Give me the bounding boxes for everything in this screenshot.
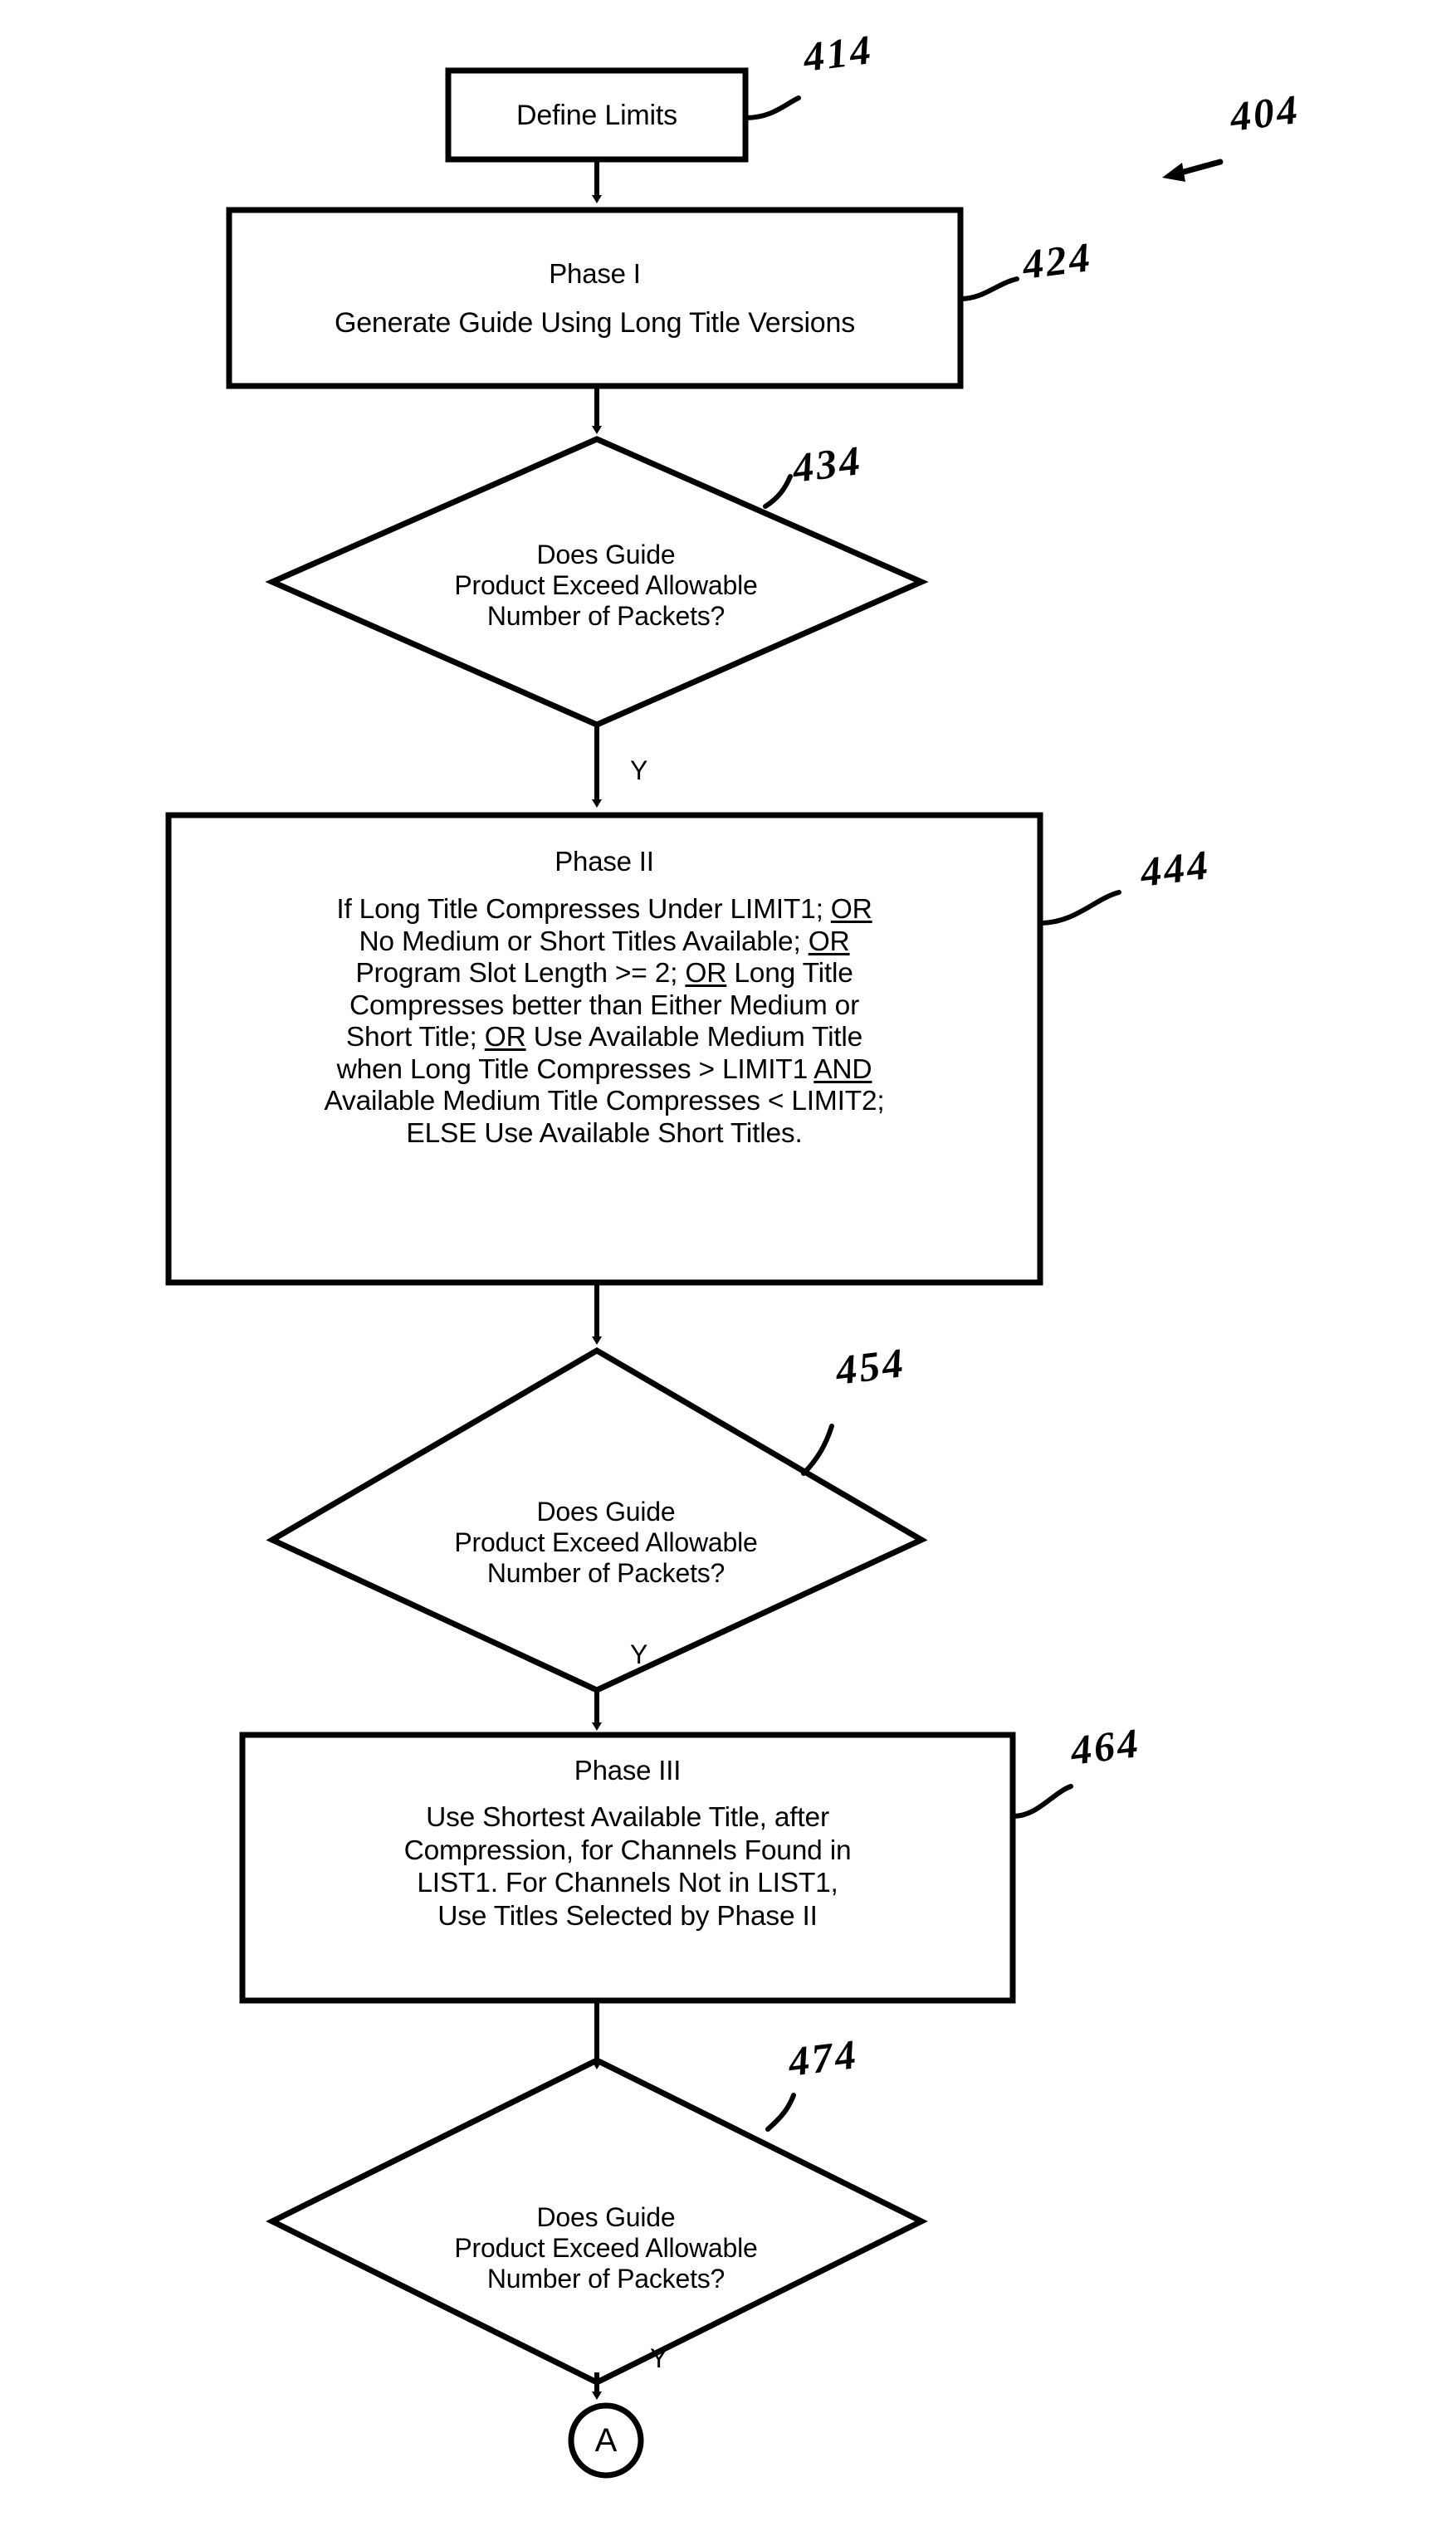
phase2-line-0: If Long Title Compresses Under LIMIT1; O… bbox=[336, 894, 872, 925]
leader-line-444 bbox=[1038, 890, 1121, 926]
phase1-line-0: Generate Guide Using Long Title Versions bbox=[334, 306, 856, 339]
phase2-line-1: No Medium or Short Titles Available; OR bbox=[359, 926, 850, 957]
phase3-title: Phase III bbox=[574, 1755, 682, 1786]
phase3-line-0: Use Shortest Available Title, after bbox=[426, 1802, 829, 1833]
decision3-line-0: Does Guide bbox=[536, 2201, 676, 2232]
branch-label-yes-3: Y bbox=[650, 2343, 668, 2373]
phase1-title: Phase I bbox=[549, 257, 641, 289]
reference-numeral-454: 454 bbox=[833, 1338, 908, 1394]
leader-line-474 bbox=[765, 2093, 796, 2132]
leader-line-414 bbox=[743, 95, 801, 120]
phase2-line-3: Compresses better than Either Medium or bbox=[349, 989, 860, 1021]
reference-numeral-404: 404 bbox=[1227, 85, 1302, 140]
leader-line-424 bbox=[958, 276, 1019, 301]
phase2-line-2: Program Slot Length >= 2; OR Long Title bbox=[355, 958, 853, 989]
decision3-line-2: Number of Packets? bbox=[486, 2263, 726, 2294]
leader-line-434 bbox=[763, 474, 793, 509]
phase2-line-7: ELSE Use Available Short Titles. bbox=[406, 1117, 803, 1149]
decision3-label: Does Guide Product Exceed Allowable Numb… bbox=[274, 2179, 938, 2312]
phase3-line-3: Use Titles Selected by Phase II bbox=[437, 1900, 818, 1932]
decision1-label: Does Guide Product Exceed Allowable Numb… bbox=[274, 516, 938, 649]
define-limits-line-0: Define Limits bbox=[516, 99, 677, 131]
decision3-line-1: Product Exceed Allowable bbox=[454, 2232, 758, 2263]
decision2-label: Does Guide Product Exceed Allowable Numb… bbox=[274, 1473, 938, 1606]
reference-numeral-414: 414 bbox=[800, 25, 876, 81]
patent-flowchart-figure: Define Limits 414 404 Phase I Generate G… bbox=[0, 0, 1456, 2521]
define-limits-label: Define Limits bbox=[448, 71, 745, 159]
reference-numeral-434: 434 bbox=[789, 436, 865, 491]
phase2-line-4: Short Title; OR Use Available Medium Tit… bbox=[345, 1022, 863, 1053]
phase3-line-2: LIST1. For Channels Not in LIST1, bbox=[417, 1868, 838, 1898]
phase2-title: Phase II bbox=[555, 846, 654, 877]
leader-line-464 bbox=[1010, 1784, 1073, 1819]
phase1-label: Phase I Generate Guide Using Long Title … bbox=[229, 210, 960, 386]
reference-numeral-444: 444 bbox=[1137, 840, 1213, 896]
decision1-line-2: Number of Packets? bbox=[486, 600, 726, 631]
decision2-line-1: Product Exceed Allowable bbox=[454, 1527, 758, 1557]
branch-label-yes-1: Y bbox=[630, 755, 648, 785]
reference-numeral-474: 474 bbox=[785, 2030, 861, 2085]
decision1-line-1: Product Exceed Allowable bbox=[454, 569, 758, 600]
figure-pointer-404-head bbox=[1162, 163, 1185, 182]
phase2-label: Phase II If Long Title Compresses Under … bbox=[169, 824, 1040, 1283]
phase2-line-5: when Long Title Compresses > LIMIT1 AND bbox=[336, 1053, 872, 1085]
branch-label-yes-2: Y bbox=[630, 1639, 648, 1669]
decision2-line-2: Number of Packets? bbox=[486, 1557, 726, 1588]
phase2-line-6: Available Medium Title Compresses < LIMI… bbox=[324, 1086, 885, 1116]
decision2-line-0: Does Guide bbox=[536, 1496, 676, 1527]
reference-numeral-424: 424 bbox=[1019, 232, 1095, 288]
phase3-label: Phase III Use Shortest Available Title, … bbox=[242, 1735, 1013, 2001]
reference-numeral-464: 464 bbox=[1068, 1718, 1143, 1774]
decision1-line-0: Does Guide bbox=[536, 539, 676, 569]
leader-line-454 bbox=[801, 1424, 834, 1476]
connector-a-label: A bbox=[594, 2421, 618, 2459]
phase3-line-1: Compression, for Channels Found in bbox=[403, 1835, 852, 1866]
